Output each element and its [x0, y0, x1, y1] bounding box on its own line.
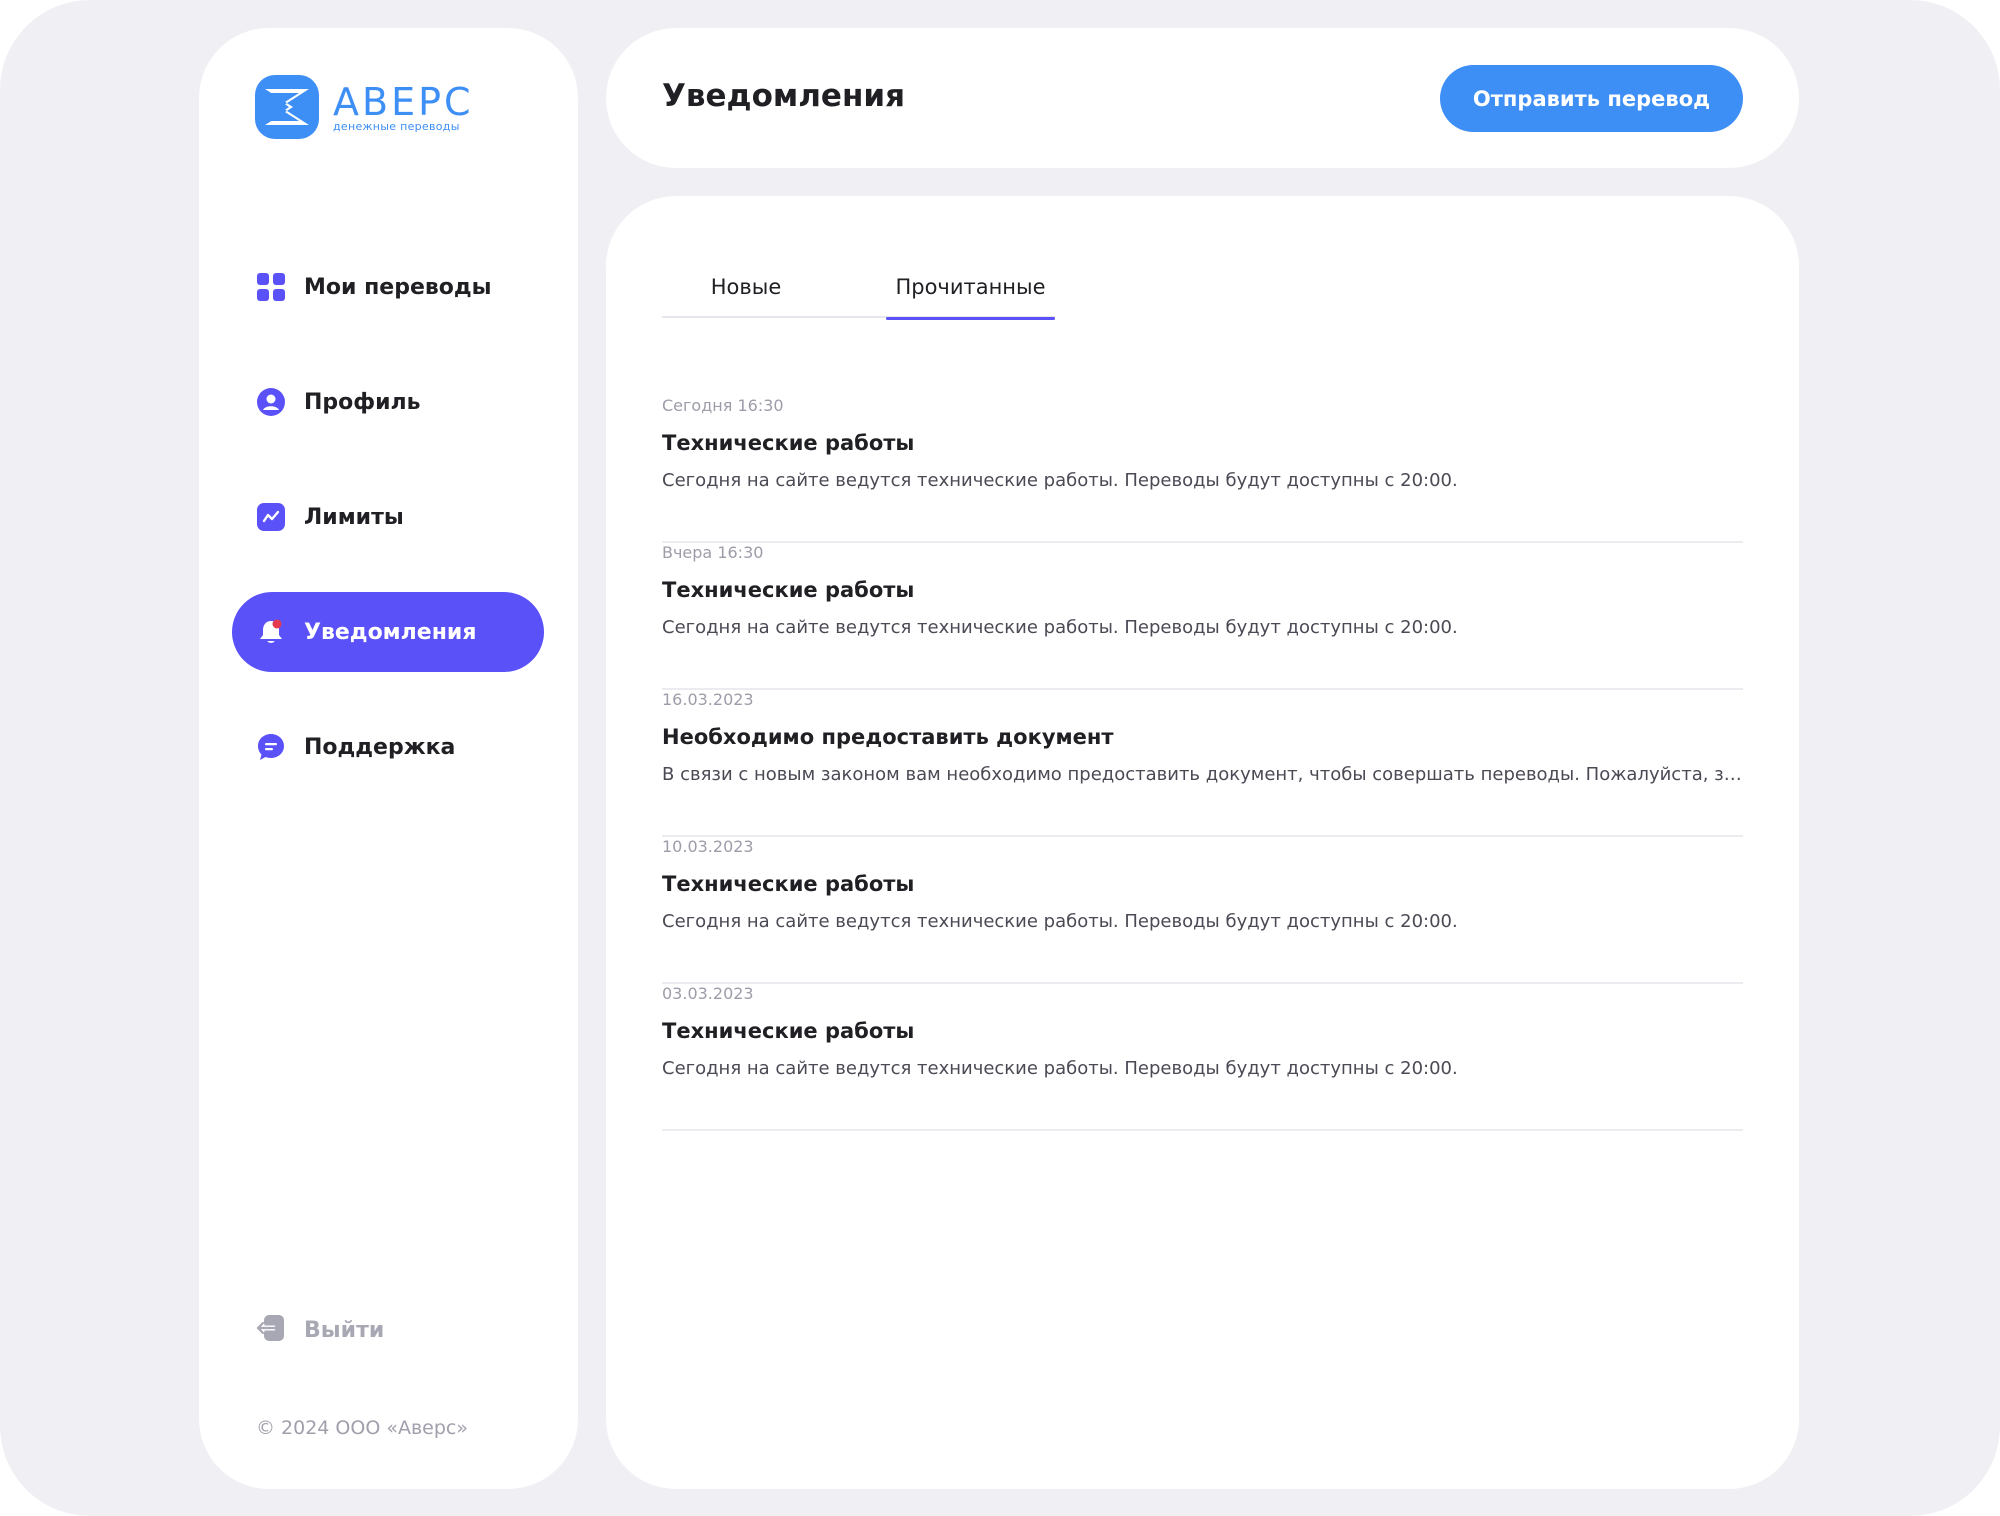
- notification-title: Технические работы: [662, 431, 915, 455]
- notification-date: 10.03.2023: [662, 837, 754, 856]
- notification-item[interactable]: 16.03.2023 Необходимо предоставить докум…: [662, 690, 1743, 837]
- sidebar-item-notifications[interactable]: Уведомления: [232, 592, 544, 672]
- brand-logo[interactable]: АВЕРС денежные переводы: [255, 72, 474, 142]
- notification-list: Сегодня 16:30 Технические работы Сегодня…: [662, 396, 1743, 1131]
- sidebar: АВЕРС денежные переводы Мои переводы Про…: [199, 28, 578, 1489]
- user-icon: [256, 387, 286, 417]
- sidebar-item-support[interactable]: Поддержка: [232, 707, 544, 787]
- header: Уведомления Отправить перевод: [606, 28, 1799, 168]
- notification-text: Сегодня на сайте ведутся технические раб…: [662, 911, 1458, 932]
- brand-tagline: денежные переводы: [333, 119, 460, 133]
- notification-date: Сегодня 16:30: [662, 396, 784, 415]
- notification-text: Сегодня на сайте ведутся технические раб…: [662, 1058, 1458, 1079]
- notification-item[interactable]: 10.03.2023 Технические работы Сегодня на…: [662, 837, 1743, 984]
- tab-read[interactable]: Прочитанные: [886, 274, 1055, 320]
- logout-button[interactable]: Выйти: [254, 1313, 385, 1347]
- copyright: © 2024 ООО «Аверс»: [256, 1417, 468, 1439]
- notification-text: Сегодня на сайте ведутся технические раб…: [662, 617, 1458, 638]
- notification-date: Вчера 16:30: [662, 543, 764, 562]
- sidebar-item-label: Поддержка: [304, 734, 456, 760]
- logout-icon: [254, 1313, 286, 1347]
- bell-icon: [256, 617, 286, 647]
- notification-title: Технические работы: [662, 578, 915, 602]
- tab-new[interactable]: Новые: [662, 274, 830, 318]
- notification-title: Технические работы: [662, 872, 915, 896]
- notification-date: 03.03.2023: [662, 984, 754, 1003]
- notification-title: Технические работы: [662, 1019, 915, 1043]
- chat-icon: [256, 732, 286, 762]
- notification-item[interactable]: Сегодня 16:30 Технические работы Сегодня…: [662, 396, 1743, 543]
- notifications-panel: Новые Прочитанные Сегодня 16:30 Техничес…: [606, 196, 1799, 1489]
- notification-text: В связи с новым законом вам необходимо п…: [662, 764, 1743, 785]
- grid-icon: [256, 272, 286, 302]
- sidebar-item-label: Уведомления: [304, 619, 477, 645]
- sidebar-item-transfers[interactable]: Мои переводы: [232, 247, 544, 327]
- sidebar-nav: Мои переводы Профиль Лимиты Уведомления …: [232, 247, 544, 822]
- notification-item[interactable]: Вчера 16:30 Технические работы Сегодня н…: [662, 543, 1743, 690]
- sidebar-item-label: Профиль: [304, 389, 421, 415]
- sidebar-item-label: Лимиты: [304, 504, 404, 530]
- page-title: Уведомления: [662, 78, 905, 114]
- logo-mark-icon: [255, 75, 319, 139]
- logout-label: Выйти: [304, 1317, 385, 1343]
- brand-name: АВЕРС: [333, 79, 474, 124]
- chart-icon: [256, 502, 286, 532]
- notification-text: Сегодня на сайте ведутся технические раб…: [662, 470, 1458, 491]
- sidebar-item-limits[interactable]: Лимиты: [232, 477, 544, 557]
- sidebar-item-label: Мои переводы: [304, 274, 492, 300]
- app-background: АВЕРС денежные переводы Мои переводы Про…: [0, 0, 2000, 1516]
- send-transfer-button[interactable]: Отправить перевод: [1440, 65, 1743, 132]
- notification-item[interactable]: 03.03.2023 Технические работы Сегодня на…: [662, 984, 1743, 1131]
- notification-date: 16.03.2023: [662, 690, 754, 709]
- notification-tabs: Новые Прочитанные: [662, 274, 1055, 320]
- notification-title: Необходимо предоставить документ: [662, 725, 1114, 749]
- sidebar-item-profile[interactable]: Профиль: [232, 362, 544, 442]
